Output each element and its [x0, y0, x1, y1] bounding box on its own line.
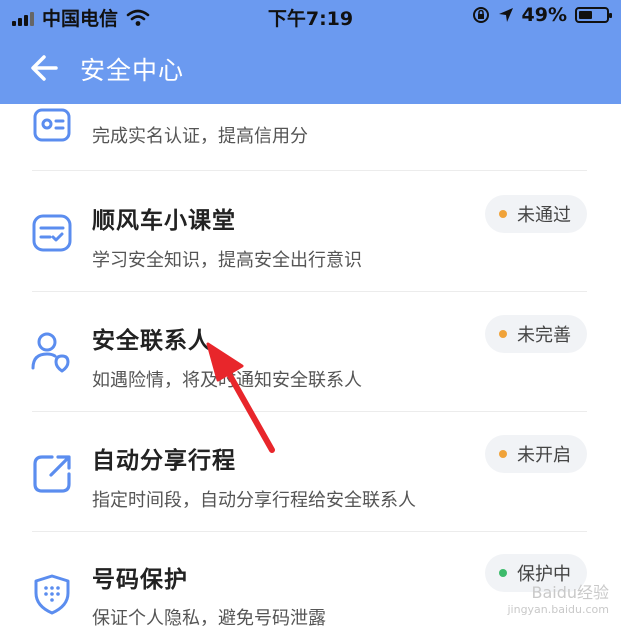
- battery-percent: 49%: [521, 4, 567, 26]
- item-desc: 保证个人隐私，避免号码泄露: [92, 608, 326, 629]
- item-title: 安全联系人: [92, 328, 212, 354]
- status-bar: 中国电信 下午7:19 49%: [0, 0, 621, 32]
- list-item-real-name[interactable]: 完成实名认证，提高信用分: [0, 104, 621, 160]
- status-badge: 未完善: [485, 315, 587, 353]
- item-title: 顺风车小课堂: [92, 208, 236, 234]
- status-label: 未完善: [517, 325, 571, 346]
- status-label: 未通过: [517, 205, 571, 226]
- watermark-logo: Baidu经验 jingyan.baidu.com: [507, 584, 609, 618]
- id-card-icon: [33, 108, 71, 142]
- battery-icon: [575, 7, 612, 23]
- item-desc: 如遇险情，将及时通知安全联系人: [92, 370, 362, 391]
- share-icon: [33, 455, 71, 493]
- shield-icon: [34, 574, 70, 615]
- list-item-auto-share-trip[interactable]: 自动分享行程 指定时间段，自动分享行程给安全联系人 未开启: [0, 412, 621, 532]
- item-desc: 完成实名认证，提高信用分: [92, 126, 308, 147]
- status-dot: [499, 330, 507, 338]
- list-item-emergency-contact[interactable]: 安全联系人 如遇险情，将及时通知安全联系人 未完善: [0, 292, 621, 412]
- page-title: 安全中心: [80, 56, 185, 85]
- watermark-url: jingyan.baidu.com: [507, 603, 609, 616]
- safety-list: 完成实名认证，提高信用分 顺风车小课堂 学习安全知识，提高安全出行意识 未通过 …: [0, 104, 621, 632]
- status-bar-right: 49%: [472, 4, 612, 26]
- message-check-icon: [32, 214, 72, 252]
- status-badge: 未通过: [485, 195, 587, 233]
- contact-person-icon: [31, 332, 70, 373]
- list-item-safety-class[interactable]: 顺风车小课堂 学习安全知识，提高安全出行意识 未通过: [0, 171, 621, 291]
- item-desc: 指定时间段，自动分享行程给安全联系人: [92, 490, 416, 511]
- status-badge: 未开启: [485, 435, 587, 473]
- location-arrow-icon: [498, 8, 513, 22]
- back-arrow-icon[interactable]: [26, 50, 66, 86]
- status-label: 未开启: [517, 445, 571, 466]
- nav-bar: 安全中心: [0, 32, 621, 104]
- item-desc: 学习安全知识，提高安全出行意识: [92, 250, 362, 271]
- watermark-brand: Baidu经验: [531, 583, 609, 602]
- item-title: 自动分享行程: [92, 448, 236, 474]
- status-dot: [499, 210, 507, 218]
- status-dot: [499, 450, 507, 458]
- item-title: 号码保护: [92, 567, 188, 593]
- status-dot: [499, 569, 507, 577]
- rotation-lock-icon: [472, 7, 489, 23]
